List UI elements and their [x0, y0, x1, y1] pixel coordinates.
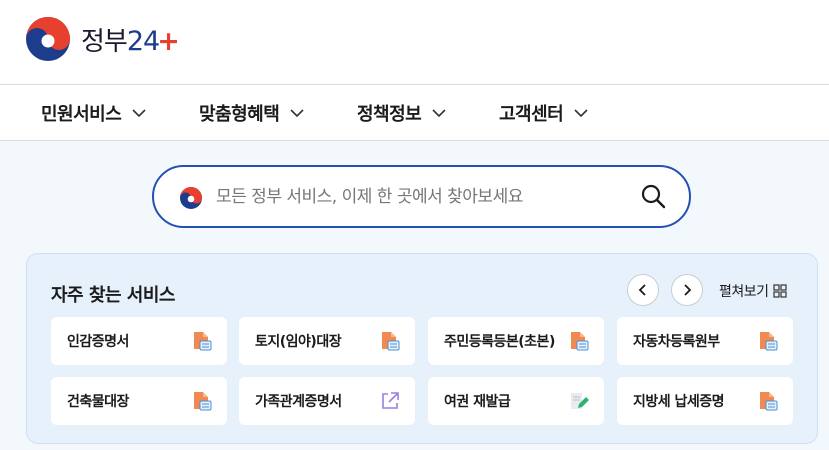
service-card-local-tax-certificate[interactable]: 지방세 납세증명	[617, 377, 793, 425]
chevron-right-icon	[684, 284, 692, 296]
service-card-passport-reissue[interactable]: 여권 재발급	[428, 377, 604, 425]
service-card-family-relation[interactable]: 가족관계증명서	[239, 377, 415, 425]
external-link-icon	[382, 392, 399, 409]
expand-button[interactable]: 펼쳐보기	[719, 281, 787, 301]
chevron-down-icon	[290, 109, 304, 118]
nav-item-civil-service[interactable]: 민원서비스	[41, 85, 147, 141]
nav-item-policy-info[interactable]: 정책정보	[357, 85, 447, 141]
service-card-label: 토지(임야)대장	[255, 334, 342, 350]
search-bar	[152, 165, 691, 228]
logo-number: 24	[126, 25, 160, 57]
expand-label: 펼쳐보기	[719, 284, 769, 300]
header: 정부 24 +	[0, 0, 829, 85]
logo-text: 정부 24 +	[81, 21, 180, 58]
nav-item-label: 민원서비스	[41, 104, 122, 125]
prev-button[interactable]	[627, 274, 659, 306]
chevron-left-icon	[638, 284, 646, 296]
taegeuk-logo-icon	[26, 17, 70, 61]
grid-icon	[772, 284, 787, 298]
nav-item-label: 정책정보	[357, 104, 422, 125]
pdf-document-icon	[194, 392, 212, 411]
frequent-services-panel: 자주 찾는 서비스 펼쳐보기 인감증명서 토지(임야)대장 주민등록등본(초본)…	[26, 253, 818, 444]
service-card-label: 자동차등록원부	[633, 334, 720, 350]
search-input[interactable]	[216, 183, 626, 211]
service-card-label: 인감증명서	[67, 334, 129, 350]
panel-title: 자주 찾는 서비스	[51, 285, 175, 306]
next-button[interactable]	[671, 274, 703, 306]
service-card-building-register[interactable]: 건축물대장	[51, 377, 227, 425]
chevron-down-icon	[432, 109, 446, 118]
pdf-document-icon	[760, 392, 778, 411]
service-card-label: 가족관계증명서	[255, 394, 342, 410]
chevron-down-icon	[574, 109, 588, 118]
main-navigation: 민원서비스 맞춤형혜택 정책정보 고객센터	[0, 85, 829, 141]
nav-item-label: 맞춤형혜택	[199, 104, 280, 125]
service-card-label: 지방세 납세증명	[633, 394, 725, 410]
chevron-down-icon	[132, 109, 146, 118]
search-icon	[641, 184, 666, 209]
service-card-resident-registration[interactable]: 주민등록등본(초본)	[428, 317, 604, 365]
taegeuk-small-icon	[180, 187, 202, 209]
nav-item-customer-center[interactable]: 고객센터	[499, 85, 589, 141]
pdf-document-icon	[382, 332, 400, 351]
gov24-logo[interactable]: 정부 24 +	[24, 15, 180, 63]
nav-item-custom-benefits[interactable]: 맞춤형혜택	[199, 85, 305, 141]
edit-form-icon	[571, 393, 589, 409]
pdf-document-icon	[760, 332, 778, 351]
logo-plus: +	[157, 25, 180, 57]
service-card-seal-certificate[interactable]: 인감증명서	[51, 317, 227, 365]
service-card-label: 주민등록등본(초본)	[444, 334, 555, 350]
service-card-label: 여권 재발급	[444, 394, 511, 410]
logo-word: 정부	[81, 26, 128, 57]
nav-item-label: 고객센터	[499, 104, 564, 125]
service-card-land-register[interactable]: 토지(임야)대장	[239, 317, 415, 365]
search-button[interactable]	[639, 183, 667, 211]
service-card-label: 건축물대장	[67, 394, 129, 410]
service-card-vehicle-register[interactable]: 자동차등록원부	[617, 317, 793, 365]
pdf-document-icon	[194, 332, 212, 351]
pdf-document-icon	[571, 332, 589, 351]
